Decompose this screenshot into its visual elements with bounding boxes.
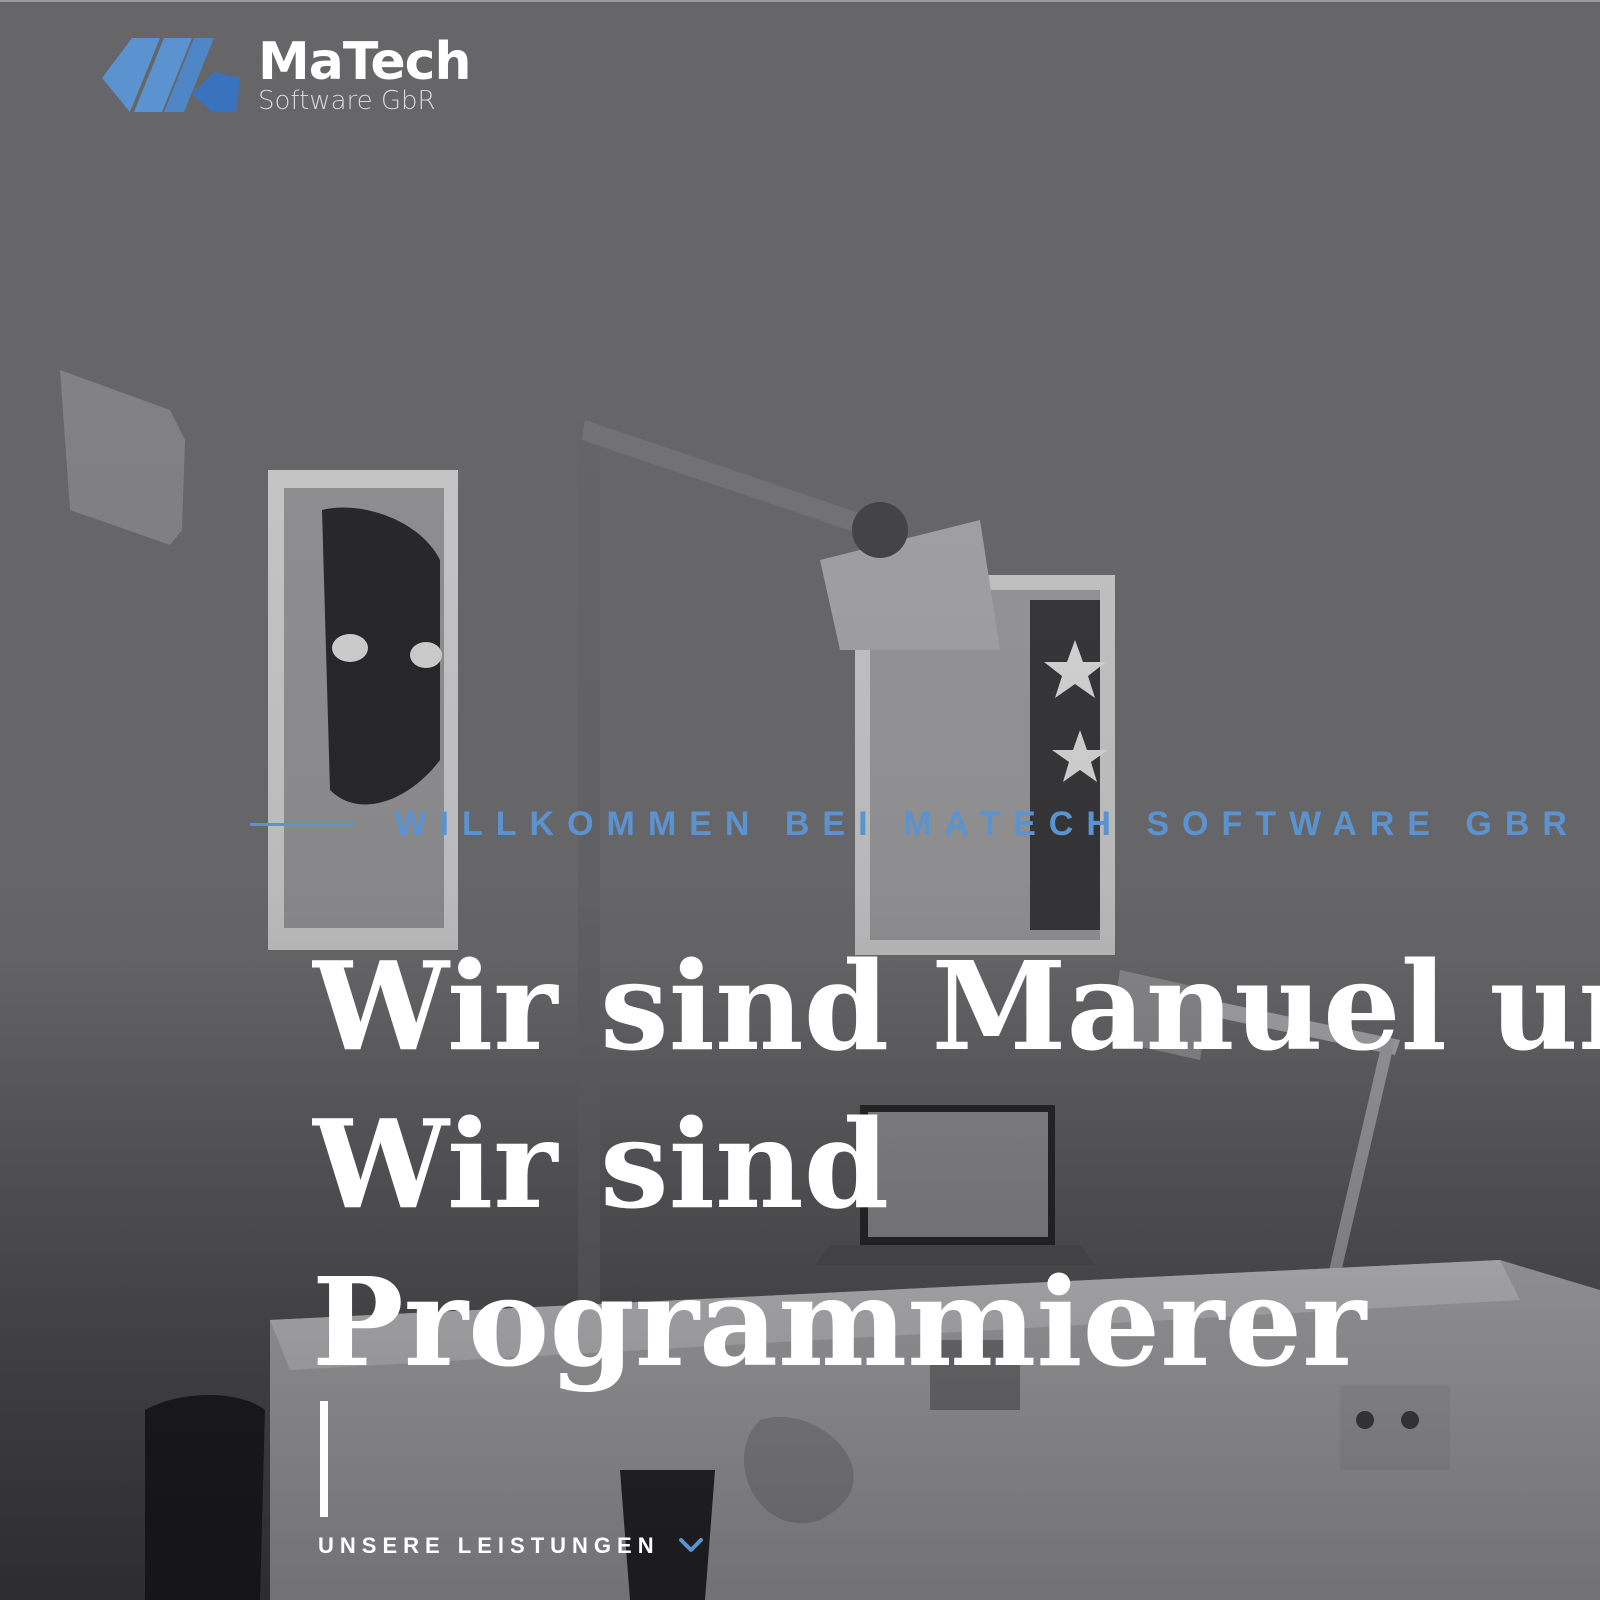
- logo-name: MaTech: [258, 32, 472, 92]
- services-link[interactable]: UNSERE LEISTUNGEN: [318, 1533, 704, 1559]
- headline-line-3: Programmierer: [312, 1249, 1367, 1394]
- headline-line-3-wrap: Programmierer: [312, 1243, 1600, 1517]
- kicker-line: [250, 823, 355, 826]
- hero-headline: Wir sind Manuel und Wir sind Programmier…: [312, 927, 1600, 1517]
- services-label: UNSERE LEISTUNGEN: [318, 1533, 660, 1558]
- welcome-kicker: WILLKOMMEN BEI MATECH SOFTWARE GBR: [250, 805, 1580, 844]
- headline-line-2: Wir sind: [312, 1091, 889, 1236]
- top-border: [0, 0, 1600, 2]
- headline-line-1: Wir sind Manuel und: [312, 933, 1600, 1078]
- matech-logo-icon: [102, 38, 240, 112]
- chevron-down-icon: [678, 1538, 703, 1552]
- hero-section: MaTech Software GbR WILLKOMMEN BEI MATEC…: [0, 0, 1600, 1600]
- matech-logo[interactable]: MaTech Software GbR: [102, 32, 472, 118]
- kicker-text: WILLKOMMEN BEI MATECH SOFTWARE GBR: [394, 805, 1580, 843]
- typing-cursor: [320, 1400, 328, 1517]
